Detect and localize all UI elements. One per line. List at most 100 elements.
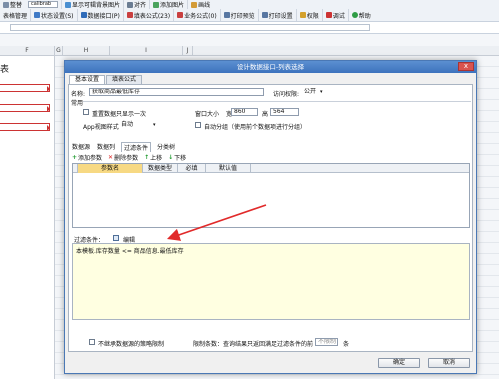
move-down-button[interactable]: ↓ 下移: [168, 153, 186, 162]
access-select[interactable]: 公开 ▾: [304, 88, 332, 96]
param-toolbar: + 添加参数 ✕ 删除参数 ↑ 上移 ↓ 下移: [72, 153, 470, 162]
toolbar-item[interactable]: 调试: [321, 9, 348, 21]
column-g[interactable]: G: [55, 46, 63, 56]
repeat-once-checkbox[interactable]: [83, 109, 89, 115]
toolbar-item[interactable]: 帮助: [347, 9, 374, 21]
ok-button[interactable]: 确定: [378, 358, 420, 368]
image-icon: [65, 1, 72, 8]
toolbar-label: 权限: [306, 12, 319, 20]
toolbar-item[interactable]: 打印预览: [219, 9, 258, 21]
cancel-button[interactable]: 取消: [428, 358, 470, 368]
common-group-label: 常用: [71, 100, 84, 107]
toolbar-label: 打印预览: [230, 12, 255, 20]
toolbar-item[interactable]: 权限: [295, 9, 322, 21]
edit-icon[interactable]: [113, 235, 119, 241]
arrow-down-icon: ↓: [168, 154, 174, 161]
formula-icon: [177, 12, 184, 18]
toolbar-label: 画线: [198, 2, 211, 9]
toolbar-item[interactable]: 添加图片: [149, 0, 187, 9]
tab-data-columns[interactable]: 数据列: [96, 142, 116, 152]
height-input[interactable]: 564: [270, 108, 299, 116]
toolbar-label: 填表公式(23): [133, 12, 171, 20]
print-preview-icon: [223, 12, 230, 18]
column-f[interactable]: F: [0, 46, 55, 56]
width-input[interactable]: 860: [231, 108, 258, 116]
auto-group-checkbox[interactable]: [195, 122, 201, 128]
toolbar-item[interactable]: 表格管理: [0, 9, 30, 21]
filter-condition-box[interactable]: 本模板.库存数量 <= 商品信息.最低库存: [72, 243, 470, 320]
toolbar-item[interactable]: 画线: [187, 0, 213, 9]
tab-category-tree[interactable]: 分类树: [156, 142, 176, 152]
toolbar-item[interactable]: 对齐: [123, 0, 149, 9]
toolbar-item[interactable]: 数据接口(P): [76, 9, 123, 21]
formula-bar: [0, 22, 499, 34]
toolbar-item[interactable]: 打印设置: [257, 9, 296, 21]
access-label: 访问权限:: [273, 91, 300, 98]
param-grid-header: 参数名 数据类型 必填 默认值: [73, 164, 469, 173]
toolbar-item[interactable]: 业务公式(0): [173, 9, 220, 21]
tab-basic-settings[interactable]: 基本设置: [69, 75, 106, 84]
param-name-header[interactable]: 参数名: [78, 164, 143, 173]
delete-icon: ✕: [108, 154, 114, 161]
toolbar-label: 调试: [332, 12, 345, 20]
add-param-button[interactable]: + 添加参数: [72, 153, 102, 162]
side-field[interactable]: [0, 104, 50, 112]
column-header: F G H I J: [0, 46, 499, 56]
column-i[interactable]: I: [110, 46, 183, 56]
close-button[interactable]: x: [458, 62, 474, 71]
param-grid[interactable]: 参数名 数据类型 必填 默认值: [72, 163, 470, 228]
side-field[interactable]: [0, 123, 50, 131]
window-size-label: 窗口大小: [195, 111, 220, 118]
side-field[interactable]: [0, 84, 50, 92]
auto-group-label: 自动分组（使用前个数据项进行分组）: [204, 124, 307, 131]
formula-input[interactable]: [10, 24, 370, 31]
line-icon: [191, 1, 198, 8]
font-combo-wrap[interactable]: calibrab: [25, 0, 61, 9]
tab-fill-formula[interactable]: 填表公式: [106, 75, 143, 84]
app-view-label: App视图样式: [83, 124, 119, 131]
required-header[interactable]: 必填: [178, 164, 206, 173]
toolbar-label: 添加图片: [160, 2, 185, 9]
delete-param-label: 删除参数: [114, 155, 139, 162]
dialog-titlebar[interactable]: 设计数据接口-列表选择 x: [65, 61, 476, 73]
picture-icon: [153, 1, 160, 8]
grid-icon: [3, 1, 9, 8]
chevron-down-icon: ▾: [320, 89, 323, 95]
toolbar-label: 数据接口(P): [87, 12, 120, 20]
move-up-label: 上移: [150, 155, 163, 162]
toolbar-item[interactable]: 填表公式(23): [122, 9, 173, 21]
toolbar-label: 对齐: [134, 2, 147, 9]
toolbar-item[interactable]: 显示可辑背景图片: [61, 0, 123, 9]
toolbar-label: 整替: [10, 2, 23, 9]
arrow-up-icon: ↑: [144, 154, 150, 161]
move-down-label: 下移: [174, 155, 187, 162]
name-input[interactable]: 获取商品最低库存: [89, 88, 264, 96]
app-view-value: 自动: [121, 121, 134, 128]
data-type-header[interactable]: 数据类型: [143, 164, 178, 173]
limit-input[interactable]: 不限制: [315, 338, 338, 346]
key-icon: [299, 12, 306, 18]
app-view-select[interactable]: 自动 ▾: [121, 121, 161, 129]
no-inherit-checkbox[interactable]: [89, 339, 95, 345]
toolbar-item[interactable]: 状态设置(S): [30, 9, 77, 21]
no-inherit-label: 不继承数据源的策略限制: [98, 341, 165, 348]
default-value-header[interactable]: 默认值: [206, 164, 251, 173]
toolbar-label: 状态设置(S): [41, 12, 74, 20]
move-up-button[interactable]: ↑ 上移: [144, 153, 162, 162]
sub-tabs: 数据源 数据列 过滤条件 分类树: [71, 142, 176, 152]
dialog-title: 设计数据接口-列表选择: [236, 63, 305, 71]
font-combo[interactable]: calibrab: [28, 1, 59, 8]
column-h[interactable]: H: [63, 46, 110, 56]
top-toolbar: 整替 calibrab 显示可辑背景图片 对齐 添加图片 画线: [0, 0, 499, 9]
height-label: 高: [262, 111, 269, 118]
data-interface-dialog: 设计数据接口-列表选择 x 基本设置 填表公式 名称: 获取商品最低库存 访问权…: [64, 60, 477, 374]
filter-condition-text: 本模板.库存数量 <= 商品信息.最低库存: [76, 248, 184, 255]
column-j[interactable]: J: [183, 46, 193, 56]
limit-label: 限制条数：查询结果只返回满足过滤条件的前: [193, 341, 314, 348]
tab-data-source[interactable]: 数据源: [71, 142, 91, 152]
toolbar-item[interactable]: 整替: [0, 0, 25, 9]
tab-filter-conditions[interactable]: 过滤条件: [121, 142, 152, 152]
debug-icon: [325, 12, 332, 18]
delete-param-button[interactable]: ✕ 删除参数: [108, 153, 138, 162]
dialog-tabs: 基本设置 填表公式: [69, 75, 143, 84]
